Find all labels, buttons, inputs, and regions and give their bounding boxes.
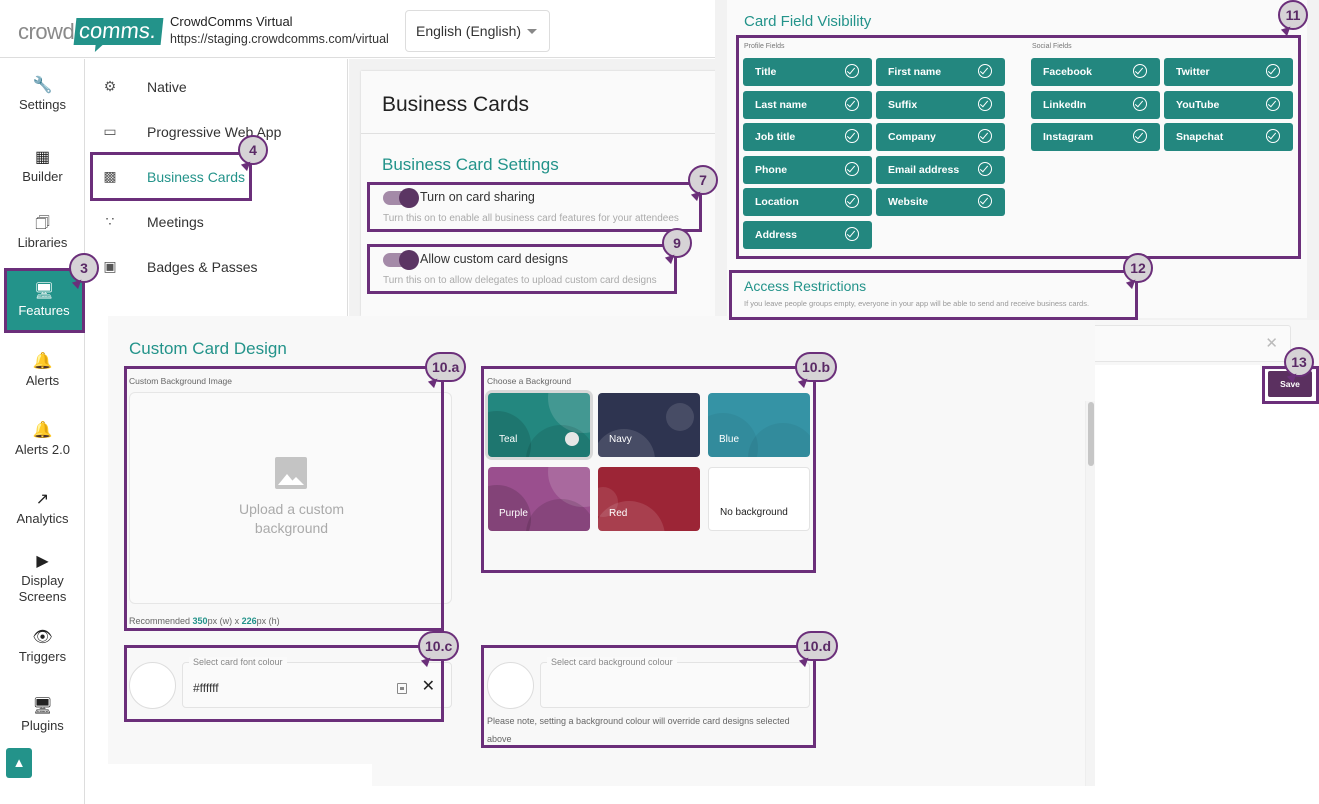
annotation-bubble-7: 7 [688,165,718,195]
left-navigation: 🔧 Settings ▦ Builder 🗇 Libraries 🖥 Featu… [0,59,85,804]
subnav-item-meetings[interactable]: ∵ Meetings [86,204,348,240]
annotation-bubble-9: 9 [662,228,692,258]
settings-section-title: Business Card Settings [382,155,559,174]
annotation-box-10d [481,645,816,748]
eye-icon: 👁 [32,629,53,646]
annotation-bubble-10a: 10.a [425,352,467,382]
lab-button[interactable]: ▲ [6,748,32,778]
subnav-label: Badges & Passes [147,259,258,275]
people-icon: ∵ [105,213,115,229]
annotation-bubble-13: 13 [1284,347,1314,377]
nav-label: Triggers [18,649,67,664]
annotation-bubble-3: 3 [69,253,99,283]
nav-item-builder[interactable]: ▦ Builder [0,147,85,184]
trending-up-icon: ↗ [35,491,50,508]
nav-label: Analytics [16,511,69,526]
app-url: https://staging.crowdcomms.com/virtual [170,32,389,46]
nav-label: Plugins [21,718,64,733]
annotation-box-10b [481,366,816,573]
nav-label: Alerts [25,373,60,388]
nav-label: Display Screens [18,573,67,604]
bell-icon: 🔔 [32,422,53,439]
language-select[interactable]: English (English) [405,10,550,52]
annotation-bubble-11: 11 [1278,0,1308,30]
close-icon[interactable]: ✕ [1265,334,1278,352]
subnav-label: Native [147,79,187,95]
devices-icon: ▭ [103,123,117,139]
app-name: CrowdComms Virtual [170,14,293,29]
nav-item-alerts[interactable]: 🔔 Alerts [0,351,85,388]
nav-item-settings[interactable]: 🔧 Settings [0,75,85,112]
logo-text-crowd: crowd [18,18,75,44]
annotation-bubble-10c: 10.c [418,631,460,661]
nav-label: Settings [19,97,66,112]
nav-item-display-screens[interactable]: ▶ Display Screens [0,551,85,605]
annotation-bubble-12: 12 [1123,253,1153,283]
nav-label: Builder [22,169,63,184]
grid-icon: ▦ [34,149,51,166]
card-field-visibility-title: Card Field Visibility [744,13,872,30]
annotation-box-7 [367,182,702,232]
annotation-bubble-10b: 10.b [795,352,838,382]
nav-item-plugins[interactable]: 🖥 Plugins [0,696,85,733]
nav-label: Libraries [17,235,68,250]
divider [361,133,717,134]
crowdcomms-logo[interactable]: crowd comms. [18,18,164,45]
badge-icon: ▣ [103,258,117,274]
annotation-box-4 [90,152,252,201]
subnav-item-badges[interactable]: ▣ Badges & Passes [86,249,348,285]
annotation-box-10c [124,645,444,722]
wrench-icon: 🔧 [32,77,53,94]
annotation-box-11 [736,35,1301,259]
annotation-bubble-10d: 10.d [796,631,839,661]
nav-item-analytics[interactable]: ↗ Analytics [0,489,85,526]
annotation-box-9 [367,244,677,294]
subnav-item-pwa[interactable]: ▭ Progressive Web App [86,114,348,150]
nav-label: Alerts 2.0 [15,442,70,457]
library-icon: 🗇 [35,215,50,232]
subnav-label: Meetings [147,214,204,230]
language-selected-value: English (English) [416,23,522,39]
nav-item-libraries[interactable]: 🗇 Libraries [0,213,85,250]
nav-item-alerts-2[interactable]: 🔔 Alerts 2.0 [0,420,85,457]
flask-icon: ▲ [12,755,26,770]
plugins-icon: 🖥 [32,698,53,715]
annotation-box-12 [729,270,1138,320]
subnav-item-native[interactable]: ⚙ Native [86,69,348,105]
bell-icon: 🔔 [32,353,53,370]
chevron-down-icon [527,29,537,34]
mobile-settings-icon: ⚙ [103,78,117,94]
scrollbar-thumb[interactable] [1088,402,1094,466]
logo-text-comms: comms. [73,18,164,45]
custom-card-design-panel-bottom [372,764,1095,786]
nav-item-triggers[interactable]: 👁 Triggers [0,627,85,664]
custom-card-design-title: Custom Card Design [129,339,287,358]
annotation-box-10a [124,366,444,631]
app-header: crowd comms. CrowdComms Virtual https://… [0,0,715,58]
page-title: Business Cards [382,93,530,116]
display-screen-icon: ▶ [36,553,49,570]
annotation-bubble-4: 4 [238,135,268,165]
